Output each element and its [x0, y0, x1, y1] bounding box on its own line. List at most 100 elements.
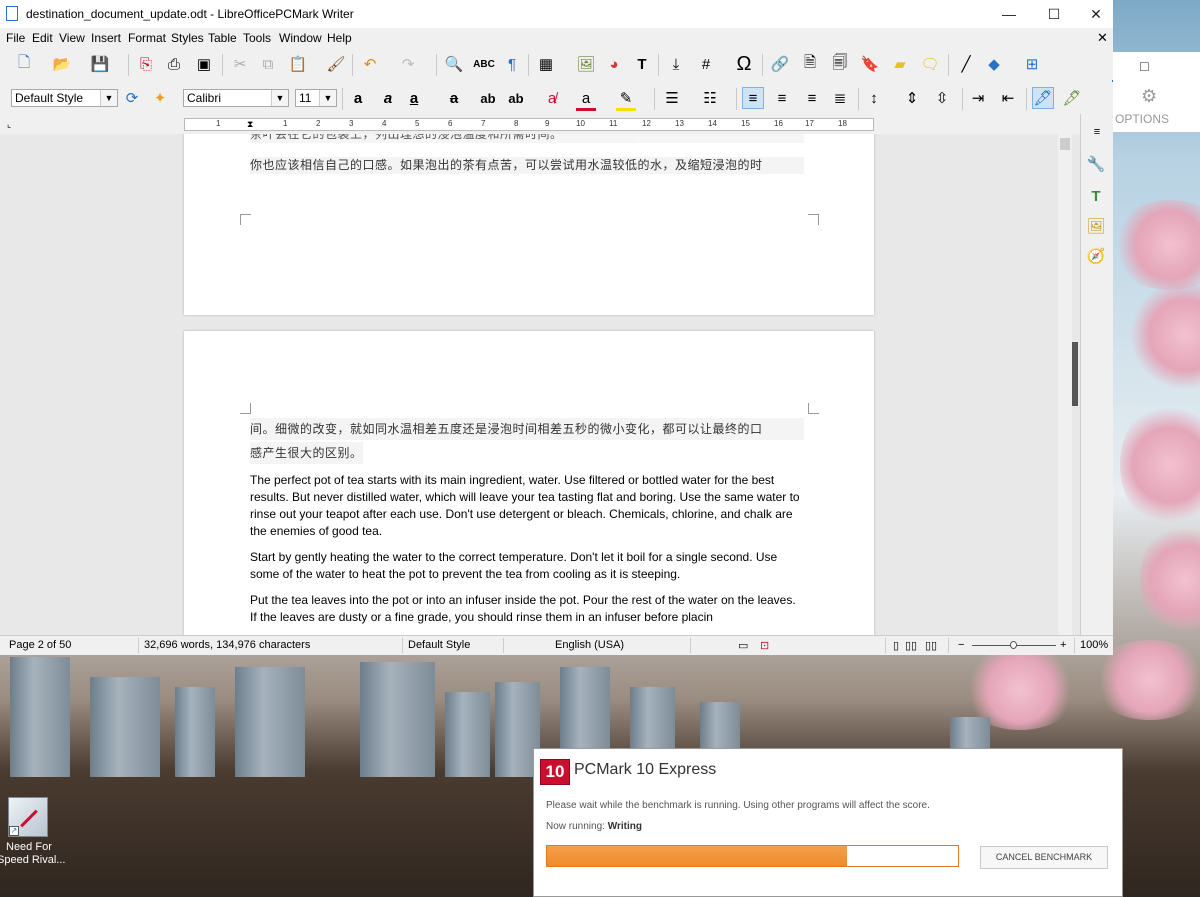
document-canvas[interactable]: 茶叶会在它的包装上，列出理想的浸泡温度和所需时间。 你也应该相信自己的口感。如果… — [0, 134, 1080, 635]
endnote-icon[interactable]: 🗐 — [830, 54, 850, 74]
decrease-spacing-icon[interactable]: ⇳ — [932, 88, 952, 108]
styles-icon[interactable]: T — [1086, 186, 1106, 206]
highlight-icon[interactable]: ✎ — [616, 88, 636, 111]
copy-icon[interactable]: ⧉ — [258, 54, 278, 74]
update-style-icon[interactable]: ⟳ — [122, 88, 142, 108]
subscript-icon[interactable]: ab — [506, 88, 526, 108]
superscript-icon[interactable]: ab — [478, 88, 498, 108]
spelling-icon[interactable]: ABC — [473, 54, 495, 74]
sidebar-collapse-handle[interactable] — [1072, 342, 1078, 406]
language[interactable]: English (USA) — [555, 639, 624, 651]
menu-edit[interactable]: Edit — [32, 31, 53, 45]
zoom-level[interactable]: 100% — [1080, 639, 1108, 651]
maximize-icon[interactable]: ☐ — [1139, 60, 1150, 74]
zoom-slider[interactable] — [972, 641, 1056, 649]
zoom-out-button[interactable]: − — [958, 639, 964, 651]
redo-icon[interactable]: ↷ — [398, 54, 418, 74]
new-style-icon[interactable]: ✦ — [150, 88, 170, 108]
footnote-icon[interactable]: 🗎 — [800, 54, 820, 74]
basic-shapes-icon[interactable]: ◆ — [984, 54, 1004, 74]
print-preview-icon[interactable]: ▣ — [194, 54, 214, 74]
new-document-icon[interactable]: 🗋 — [14, 54, 34, 74]
character-format-icon[interactable]: 🖋 — [1062, 88, 1082, 108]
word-count[interactable]: 32,696 words, 134,976 characters — [144, 639, 310, 651]
insert-image-icon[interactable]: 🖼 — [576, 54, 596, 74]
paragraph-spacing-icon[interactable]: ⇕ — [902, 88, 922, 108]
justify-icon[interactable]: ≣ — [830, 88, 850, 108]
increase-indent-icon[interactable]: ⇥ — [968, 88, 988, 108]
italic-icon[interactable]: a — [378, 88, 398, 108]
menu-tools[interactable]: Tools — [243, 31, 271, 45]
navigator-icon[interactable]: 🧭 — [1086, 246, 1106, 266]
properties-icon[interactable]: 🔧 — [1086, 154, 1106, 174]
insert-mode-icon[interactable]: ▭ — [738, 639, 748, 652]
insert-textbox-icon[interactable]: T — [632, 54, 652, 74]
menu-file[interactable]: File — [6, 31, 25, 45]
find-replace-icon[interactable]: 🔍 — [444, 54, 464, 74]
gear-icon[interactable]: ⚙ — [1141, 86, 1157, 107]
maximize-button[interactable]: ☐ — [1031, 0, 1077, 28]
chevron-down-icon[interactable]: ▼ — [100, 90, 117, 106]
menu-help[interactable]: Help — [327, 31, 352, 45]
special-character-icon[interactable]: Ω — [734, 53, 754, 75]
page-2[interactable]: 间。细微的改变，就如同水温相差五度还是浸泡时间相差五秒的微小变化，都可以让最终的… — [184, 331, 874, 635]
clear-formatting-icon[interactable]: a̸ — [542, 88, 562, 108]
bookmark-icon[interactable]: 🔖 — [860, 54, 880, 74]
cross-reference-icon[interactable]: ▰ — [890, 54, 910, 74]
undo-icon[interactable]: ↶ — [360, 54, 380, 74]
single-page-view-icon[interactable]: ▯ — [893, 639, 899, 652]
align-right-icon[interactable]: ≡ — [802, 88, 822, 108]
menu-insert[interactable]: Insert — [91, 31, 121, 45]
menu-styles[interactable]: Styles — [171, 31, 204, 45]
paragraph-style-box[interactable]: Default Style ▼ — [11, 89, 118, 107]
insert-page-break-icon[interactable]: ⤓ — [666, 54, 686, 74]
page-count[interactable]: Page 2 of 50 — [9, 639, 71, 651]
horizontal-ruler[interactable]: 1 ⧗ 1 2 3 4 5 6 7 8 9 10 11 12 13 14 15 … — [184, 118, 874, 131]
align-left-icon[interactable]: ≡ — [742, 87, 764, 109]
menu-view[interactable]: View — [59, 31, 85, 45]
paste-icon[interactable]: 📋 — [288, 54, 308, 74]
cut-icon[interactable]: ✂ — [230, 54, 250, 74]
indent-marker[interactable]: ⧗ — [247, 119, 253, 130]
options-label[interactable]: OPTIONS — [1115, 112, 1169, 126]
insert-chart-icon[interactable]: ◕ — [604, 54, 624, 74]
sidebar-menu-icon[interactable]: ≡ — [1087, 122, 1107, 142]
document-modified-icon[interactable]: ⊡ — [760, 639, 769, 652]
close-button[interactable]: ✕ — [1073, 0, 1119, 28]
draw-functions-icon[interactable]: ⊞ — [1022, 54, 1042, 74]
vertical-scrollbar[interactable] — [1058, 134, 1072, 635]
menu-window[interactable]: Window — [279, 31, 322, 45]
close-document-button[interactable]: ✕ — [1097, 30, 1108, 46]
minimize-button[interactable]: — — [986, 0, 1032, 28]
line-spacing-icon[interactable]: ↕ — [864, 88, 884, 108]
save-icon[interactable]: 💾 — [90, 54, 110, 74]
formatting-marks-icon[interactable]: ¶ — [502, 54, 522, 74]
page-1[interactable]: 茶叶会在它的包装上，列出理想的浸泡温度和所需时间。 你也应该相信自己的口感。如果… — [184, 134, 874, 315]
print-icon[interactable]: ⎙ — [164, 54, 184, 74]
desktop-shortcut[interactable]: ↗ Need For Speed Rival... — [0, 795, 65, 875]
multi-page-view-icon[interactable]: ▯▯ — [905, 639, 917, 652]
menu-format[interactable]: Format — [128, 31, 166, 45]
zoom-slider-thumb[interactable] — [1010, 641, 1017, 649]
numbered-list-icon[interactable]: ☷ — [700, 88, 720, 108]
tab-stop-icon[interactable]: ⌞ — [7, 119, 11, 130]
zoom-in-button[interactable]: + — [1060, 639, 1066, 651]
gallery-icon[interactable]: 🖼 — [1086, 216, 1106, 236]
line-icon[interactable]: ╱ — [956, 54, 976, 74]
scroll-thumb[interactable] — [1060, 138, 1070, 150]
hyperlink-icon[interactable]: 🔗 — [770, 54, 790, 74]
paragraph-format-icon[interactable]: 🖋 — [1032, 87, 1054, 109]
chevron-down-icon[interactable]: ▼ — [319, 90, 336, 106]
bold-icon[interactable]: a — [348, 88, 368, 108]
bullet-list-icon[interactable]: ☰ — [662, 88, 682, 108]
book-view-icon[interactable]: ▯▯ — [925, 639, 937, 652]
align-center-icon[interactable]: ≡ — [772, 88, 792, 108]
page-style[interactable]: Default Style — [408, 639, 470, 651]
strikethrough-icon[interactable]: a — [444, 88, 464, 108]
chevron-down-icon[interactable]: ▼ — [271, 90, 288, 106]
menu-table[interactable]: Table — [208, 31, 237, 45]
underline-icon[interactable]: a — [404, 88, 424, 108]
comment-icon[interactable]: 🗨 — [920, 54, 940, 74]
font-name-box[interactable]: Calibri ▼ — [183, 89, 289, 107]
export-pdf-icon[interactable]: ⎘ — [136, 54, 156, 74]
